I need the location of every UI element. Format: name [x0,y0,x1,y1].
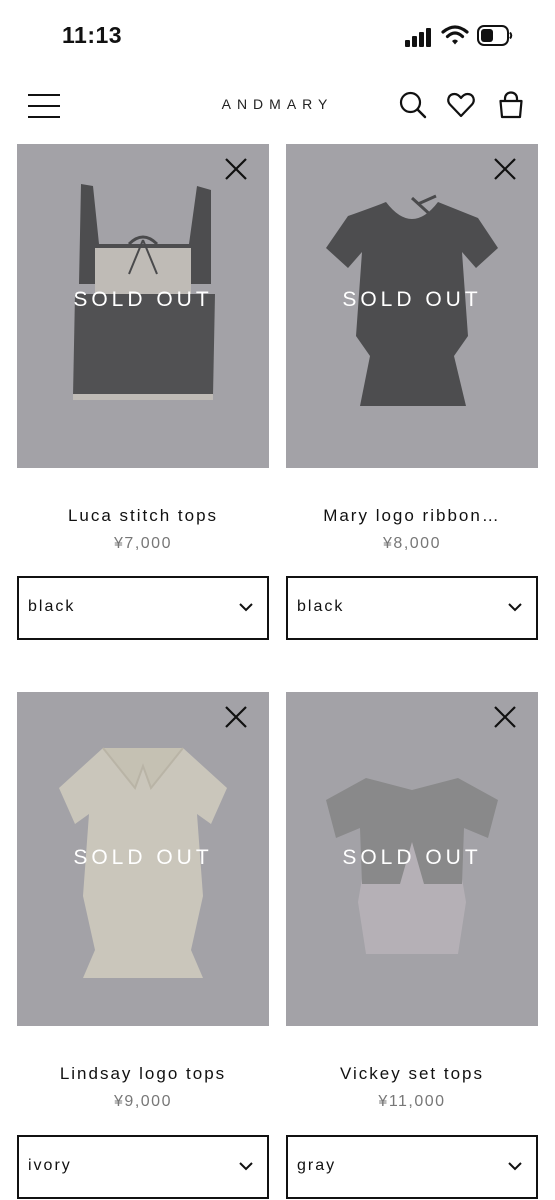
product-name[interactable]: Mary logo ribbon… [286,506,538,526]
heart-icon[interactable] [446,90,476,120]
product-image[interactable]: SOLD OUT [286,692,538,1026]
product-price: ¥8,000 [383,535,441,552]
search-icon[interactable] [398,90,428,120]
color-select[interactable]: gray [286,1135,538,1199]
color-select[interactable]: ivory [17,1135,269,1199]
product-name[interactable]: Vickey set tops [286,1064,538,1084]
brand-logo[interactable]: ANDMARY [170,96,385,112]
color-select-value: black [28,598,76,615]
product-price: ¥11,000 [378,1093,446,1110]
sold-out-badge: SOLD OUT [73,846,213,869]
battery-icon [477,25,513,46]
product-price: ¥9,000 [114,1093,172,1110]
product-price: ¥7,000 [114,535,172,552]
chevron-down-icon [508,603,522,612]
status-time: 11:13 [62,22,123,48]
close-icon[interactable] [492,156,518,182]
close-icon[interactable] [223,156,249,182]
product-name[interactable]: Lindsay logo tops [17,1064,269,1084]
wifi-icon [441,25,469,45]
color-select[interactable]: black [286,576,538,640]
sold-out-badge: SOLD OUT [342,846,482,869]
product-image[interactable]: SOLD OUT [286,144,538,468]
product-name[interactable]: Luca stitch tops [17,506,269,526]
chevron-down-icon [239,1162,253,1171]
color-select-value: ivory [28,1157,72,1174]
shopping-bag-icon[interactable] [496,90,526,120]
color-select-value: gray [297,1157,337,1174]
close-icon[interactable] [223,704,249,730]
nav-bar: ANDMARY [0,72,555,140]
cellular-signal-icon [405,27,435,47]
color-select-value: black [297,598,345,615]
product-image[interactable]: SOLD OUT [17,144,269,468]
menu-icon[interactable] [28,94,60,118]
color-select[interactable]: black [17,576,269,640]
chevron-down-icon [508,1162,522,1171]
status-bar: 11:13 [0,0,555,70]
sold-out-badge: SOLD OUT [342,288,482,311]
product-image[interactable]: SOLD OUT [17,692,269,1026]
sold-out-badge: SOLD OUT [73,288,213,311]
chevron-down-icon [239,603,253,612]
close-icon[interactable] [492,704,518,730]
